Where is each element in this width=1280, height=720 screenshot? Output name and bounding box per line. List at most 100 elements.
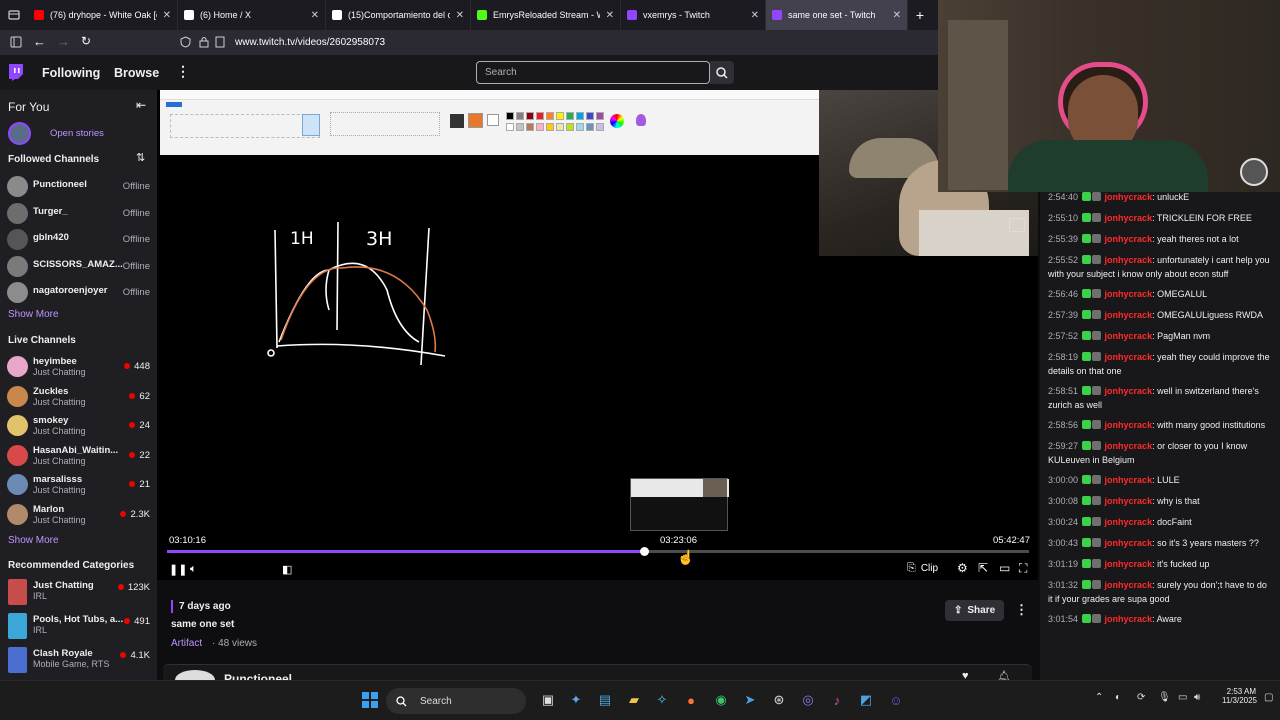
green-app-icon[interactable]: ◉: [711, 690, 731, 710]
open-stories-link[interactable]: Open stories: [50, 128, 104, 139]
live-channel-item[interactable]: Zuckles Just Chatting 62: [0, 383, 157, 409]
chat-username[interactable]: jonhycrack: [1105, 441, 1153, 451]
recommended-category-item[interactable]: Pools, Hot Tubs, a... IRL 491: [0, 611, 157, 641]
nav-following[interactable]: Following: [42, 66, 100, 80]
browser-tab[interactable]: (15)Comportamiento del ca ✕: [326, 0, 471, 30]
sidebar-toggle-icon[interactable]: [10, 36, 22, 51]
more-options-icon[interactable]: ⋮: [1015, 602, 1028, 618]
chat-username[interactable]: jonhycrack: [1105, 331, 1153, 341]
popout-player-icon[interactable]: ⇱: [978, 561, 988, 575]
live-channel-item[interactable]: Marlon Just Chatting 2.3K: [0, 501, 157, 527]
microphone-icon[interactable]: 🎙︎: [1158, 692, 1171, 703]
popout-icon[interactable]: [1009, 218, 1025, 232]
seek-bar[interactable]: [167, 550, 1029, 553]
chat-username[interactable]: jonhycrack: [1105, 213, 1153, 223]
search-input[interactable]: Search: [476, 61, 710, 84]
browser-tab[interactable]: same one set - Twitch ✕: [766, 0, 908, 30]
show-more-followed[interactable]: Show More: [8, 309, 59, 320]
chat-username[interactable]: jonhycrack: [1105, 192, 1153, 202]
close-tab-icon[interactable]: ✕: [311, 10, 319, 21]
browser-tab[interactable]: (6) Home / X ✕: [178, 0, 326, 30]
chat-username[interactable]: jonhycrack: [1105, 352, 1153, 362]
followed-channel-item[interactable]: Punctioneel Offline: [0, 173, 157, 199]
browser-tab[interactable]: vxemrys - Twitch ✕: [621, 0, 766, 30]
browser-tab[interactable]: EmrysReloaded Stream - Watch ✕: [471, 0, 621, 30]
task-view-icon[interactable]: ▣: [538, 690, 558, 710]
tray-chevron-icon[interactable]: ⌃: [1095, 692, 1103, 703]
steam-icon[interactable]: ⊛: [769, 690, 789, 710]
theatre-mode-icon[interactable]: ▭: [999, 561, 1010, 575]
search-button[interactable]: [710, 61, 734, 84]
chat-username[interactable]: jonhycrack: [1105, 289, 1153, 299]
browser-tab[interactable]: (76) dryhope - White Oak [chil ✕: [28, 0, 178, 30]
chat-username[interactable]: jonhycrack: [1105, 496, 1153, 506]
live-channel-item[interactable]: smokey Just Chatting 24: [0, 412, 157, 438]
audio-icon[interactable]: ◧: [282, 563, 292, 576]
show-more-live[interactable]: Show More: [8, 535, 59, 546]
close-tab-icon[interactable]: ✕: [893, 10, 901, 21]
close-tab-icon[interactable]: ✕: [751, 10, 759, 21]
file-explorer-icon[interactable]: ▰: [624, 690, 644, 710]
close-tab-icon[interactable]: ✕: [163, 10, 171, 21]
share-button[interactable]: ⇪ Share: [945, 600, 1005, 621]
forward-icon[interactable]: →: [57, 34, 70, 49]
followed-channel-item[interactable]: nagatoroenjoyer Offline: [0, 279, 157, 305]
live-channel-item[interactable]: marsalisss Just Chatting 21: [0, 471, 157, 497]
chat-username[interactable]: jonhycrack: [1105, 475, 1153, 485]
chat-username[interactable]: jonhycrack: [1105, 420, 1153, 430]
chat-username[interactable]: jonhycrack: [1105, 580, 1153, 590]
more-options-icon[interactable]: ⋮: [176, 63, 190, 80]
network-icon[interactable]: ▭: [1178, 692, 1187, 703]
video-category[interactable]: Artifact: [171, 638, 202, 649]
tray-icon-2[interactable]: ⟳: [1137, 692, 1145, 703]
sort-icon[interactable]: ⇅: [136, 151, 145, 164]
lock-icon[interactable]: [199, 36, 209, 51]
live-channel-item[interactable]: HasanAbi_Waitin... Just Chatting 22: [0, 442, 157, 468]
pause-icon[interactable]: ❚❚: [169, 563, 187, 576]
copilot-icon[interactable]: ✦: [566, 690, 586, 710]
chat-username[interactable]: jonhycrack: [1105, 614, 1153, 624]
recommended-category-item[interactable]: Just Chatting IRL 123K: [0, 577, 157, 607]
close-tab-icon[interactable]: ✕: [606, 10, 614, 21]
taskbar-search[interactable]: Search: [386, 688, 526, 714]
chat-username[interactable]: jonhycrack: [1105, 310, 1153, 320]
clip-button[interactable]: ⎘ Clip: [907, 562, 938, 575]
app-icon[interactable]: ◎: [798, 690, 818, 710]
stories-avatar[interactable]: [8, 122, 31, 145]
volume-icon[interactable]: 🔈︎: [190, 563, 197, 576]
new-tab-button[interactable]: +: [908, 7, 932, 23]
reload-icon[interactable]: ↻: [81, 34, 91, 48]
tab-list-icon[interactable]: [0, 0, 28, 30]
close-tab-icon[interactable]: ✕: [456, 10, 464, 21]
notifications-icon[interactable]: ▢: [1264, 692, 1273, 703]
media-app-icon[interactable]: ♪: [827, 690, 847, 710]
clock[interactable]: 2:53 AM 11/3/2025: [1222, 687, 1257, 705]
chat-username[interactable]: jonhycrack: [1105, 538, 1153, 548]
collapse-sidebar-icon[interactable]: ⇤: [136, 98, 146, 112]
discord-icon[interactable]: ☺: [886, 690, 906, 710]
firefox-icon[interactable]: ●: [681, 690, 701, 710]
shield-icon[interactable]: [180, 36, 191, 51]
chat-username[interactable]: jonhycrack: [1105, 255, 1153, 265]
photos-icon[interactable]: ◩: [856, 690, 876, 710]
fullscreen-icon[interactable]: ⛶: [1019, 561, 1027, 576]
tray-icon-1[interactable]: ◐: [1115, 692, 1121, 703]
speaker-icon[interactable]: 🔊︎: [1194, 692, 1200, 703]
seek-knob[interactable]: [639, 547, 649, 556]
live-channel-item[interactable]: heyimbee Just Chatting 448: [0, 353, 157, 379]
back-icon[interactable]: ←: [33, 34, 46, 49]
windows-start-icon[interactable]: [360, 690, 380, 710]
twitch-logo-icon[interactable]: [8, 64, 24, 84]
followed-channel-item[interactable]: SCISSORS_AMAZ... Offline: [0, 253, 157, 279]
chat-username[interactable]: jonhycrack: [1105, 517, 1153, 527]
settings-app-icon[interactable]: ✧: [652, 690, 672, 710]
chat-username[interactable]: jonhycrack: [1105, 559, 1153, 569]
url-text[interactable]: www.twitch.tv/videos/2602958073: [235, 37, 385, 48]
followed-channel-item[interactable]: Turger_ Offline: [0, 200, 157, 226]
chat-username[interactable]: jonhycrack: [1105, 234, 1153, 244]
settings-icon[interactable]: ⚙: [957, 561, 968, 575]
telegram-icon[interactable]: ➤: [740, 690, 760, 710]
recommended-category-item[interactable]: Clash Royale Mobile Game, RTS 4.1K: [0, 645, 157, 675]
nav-browse[interactable]: Browse: [114, 66, 159, 80]
chat-username[interactable]: jonhycrack: [1105, 386, 1153, 396]
